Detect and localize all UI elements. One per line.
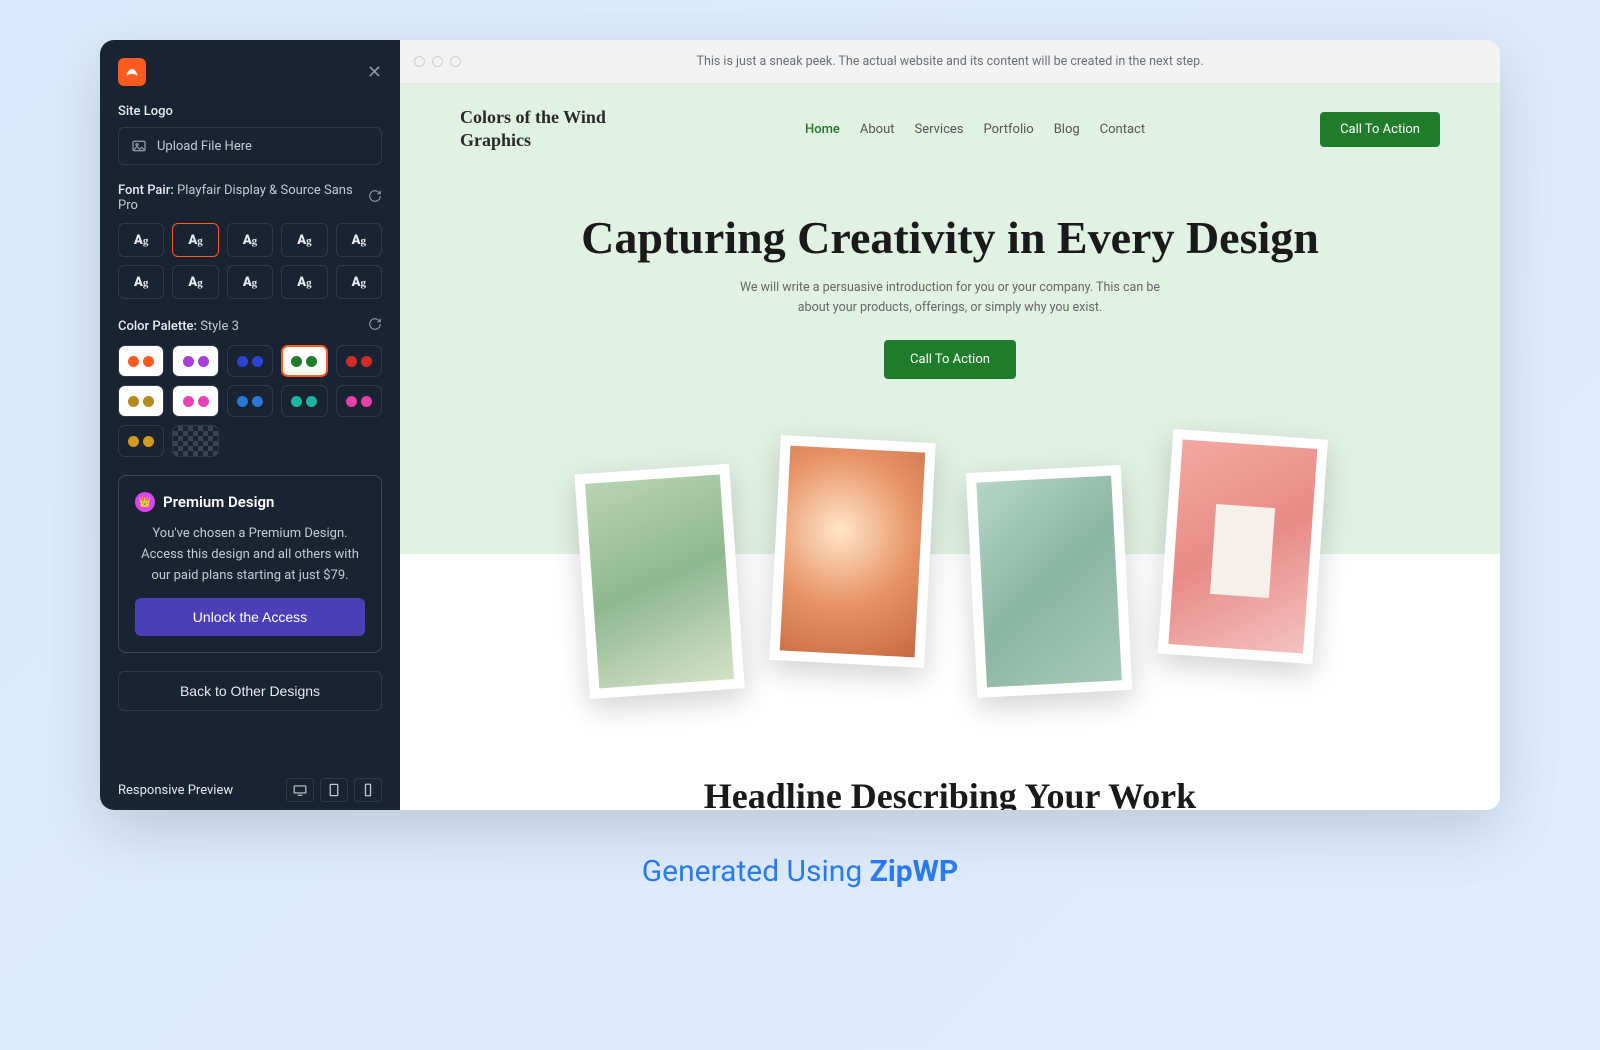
preview-pane: This is just a sneak peek. The actual we… (400, 40, 1500, 810)
font-grid: AgAgAgAgAgAgAgAgAgAg (118, 223, 382, 299)
color-tile[interactable] (281, 345, 327, 377)
color-tile[interactable] (172, 425, 218, 457)
hero-headline: Capturing Creativity in Every Design (550, 211, 1350, 264)
app-logo-icon (118, 58, 146, 86)
color-grid (118, 345, 382, 457)
font-tile[interactable]: Ag (227, 265, 273, 299)
color-palette-label: Color Palette: (118, 319, 197, 334)
mobile-icon[interactable] (354, 778, 382, 802)
tablet-icon[interactable] (320, 778, 348, 802)
nav-link[interactable]: About (860, 122, 895, 137)
section-headline: Headline Describing Your Work Process Wi… (690, 774, 1210, 810)
color-tile[interactable] (227, 385, 273, 417)
color-tile[interactable] (172, 385, 218, 417)
nav-link[interactable]: Contact (1100, 122, 1145, 137)
generated-caption: Generated Using ZipWP (642, 854, 959, 889)
font-tile[interactable]: Ag (336, 223, 382, 257)
font-tile[interactable]: Ag (118, 265, 164, 299)
gallery (400, 399, 1500, 664)
color-tile[interactable] (336, 385, 382, 417)
nav-link[interactable]: Services (915, 122, 964, 137)
font-tile[interactable]: Ag (281, 223, 327, 257)
font-tile[interactable]: Ag (118, 223, 164, 257)
font-tile[interactable]: Ag (227, 223, 273, 257)
upload-file-button[interactable]: Upload File Here (118, 127, 382, 165)
site-title: Colors of the Wind Graphics (460, 106, 630, 153)
header-cta-button[interactable]: Call To Action (1320, 112, 1440, 147)
color-tile[interactable] (118, 425, 164, 457)
gallery-photo (966, 465, 1133, 698)
hero-subtext: We will write a persuasive introduction … (740, 278, 1160, 318)
nav-link[interactable]: Blog (1054, 122, 1080, 137)
font-tile[interactable]: Ag (336, 265, 382, 299)
premium-desc: You've chosen a Premium Design. Access t… (135, 524, 365, 586)
color-tile[interactable] (336, 345, 382, 377)
color-tile[interactable] (227, 345, 273, 377)
nav-link[interactable]: Home (805, 122, 840, 137)
color-tile[interactable] (281, 385, 327, 417)
crown-icon: 👑 (135, 492, 155, 512)
font-pair-label: Font Pair: (118, 183, 174, 198)
premium-card: 👑 Premium Design You've chosen a Premium… (118, 475, 382, 653)
gallery-photo (769, 435, 936, 668)
responsive-preview-label: Responsive Preview (118, 783, 233, 798)
refresh-color-icon[interactable] (368, 317, 382, 335)
close-icon[interactable]: ✕ (367, 62, 382, 83)
color-tile[interactable] (118, 345, 164, 377)
gallery-photo (1158, 429, 1328, 664)
font-tile[interactable]: Ag (172, 265, 218, 299)
site-logo-label: Site Logo (118, 104, 382, 119)
color-tile[interactable] (118, 385, 164, 417)
unlock-access-button[interactable]: Unlock the Access (135, 598, 365, 636)
gallery-photo (574, 464, 744, 699)
premium-title: Premium Design (163, 493, 274, 511)
site-nav: Home About Services Portfolio Blog Contact (805, 122, 1145, 137)
back-to-designs-button[interactable]: Back to Other Designs (118, 671, 382, 711)
color-palette-value: Style 3 (200, 319, 239, 334)
design-sidebar: ✕ Site Logo Upload File Here Font Pair: … (100, 40, 400, 810)
refresh-font-icon[interactable] (368, 189, 382, 207)
font-tile[interactable]: Ag (172, 223, 218, 257)
browser-bar: This is just a sneak peek. The actual we… (400, 40, 1500, 84)
color-tile[interactable] (172, 345, 218, 377)
sneak-peek-text: This is just a sneak peek. The actual we… (400, 54, 1500, 69)
upload-placeholder: Upload File Here (157, 139, 252, 154)
app-window: ✕ Site Logo Upload File Here Font Pair: … (100, 40, 1500, 810)
font-tile[interactable]: Ag (281, 265, 327, 299)
website-preview: Colors of the Wind Graphics Home About Ser… (400, 84, 1500, 810)
desktop-icon[interactable] (286, 778, 314, 802)
nav-link[interactable]: Portfolio (984, 122, 1034, 137)
hero-cta-button[interactable]: Call To Action (884, 340, 1016, 379)
